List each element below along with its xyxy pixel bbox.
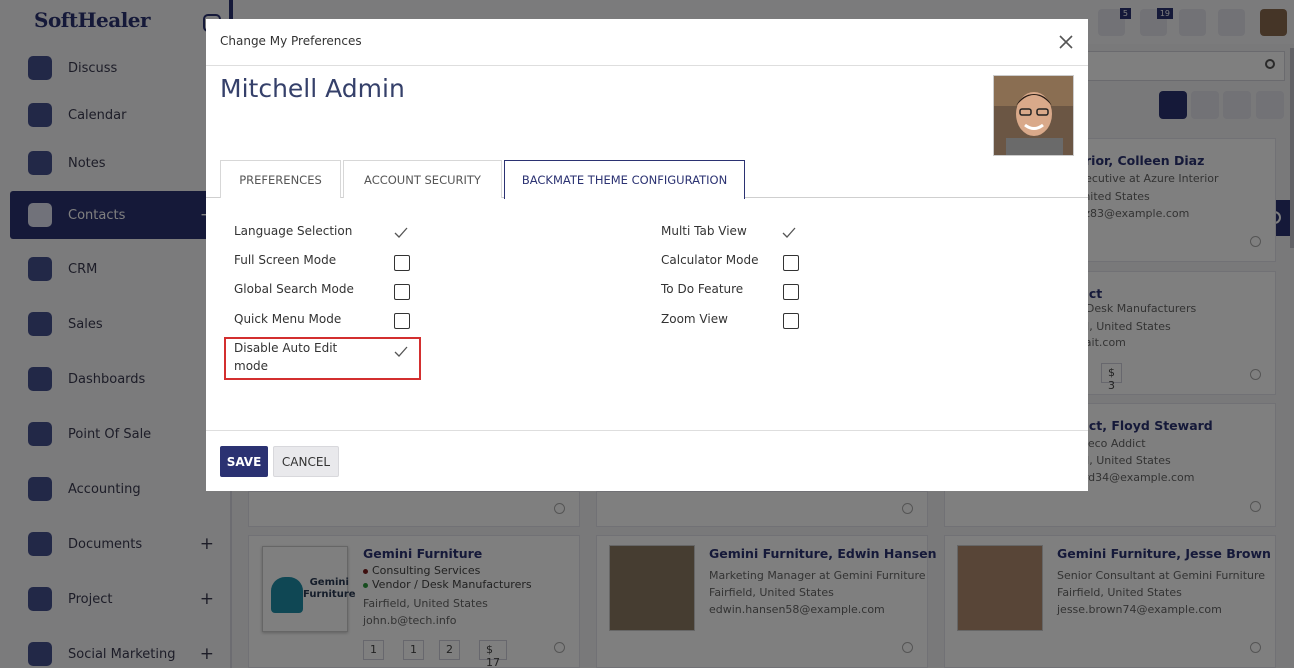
user-avatar[interactable] (993, 75, 1074, 156)
to-do-feature-checkbox[interactable] (783, 284, 799, 300)
field-label-multi-tab-view: Multi Tab View (661, 224, 747, 238)
multi-tab-view-checkbox[interactable] (780, 225, 798, 241)
calculator-mode-checkbox[interactable] (783, 255, 799, 271)
user-name: Mitchell Admin (220, 74, 405, 103)
field-label-language-selection: Language Selection (234, 224, 353, 238)
full-screen-mode-checkbox[interactable] (394, 255, 410, 271)
field-label-calculator-mode: Calculator Mode (661, 253, 759, 267)
close-icon[interactable] (1054, 30, 1078, 54)
zoom-view-checkbox[interactable] (783, 313, 799, 329)
field-label-zoom-view: Zoom View (661, 312, 728, 326)
tab-account-security[interactable]: ACCOUNT SECURITY (343, 160, 502, 198)
quick-menu-mode-checkbox[interactable] (394, 313, 410, 329)
global-search-mode-checkbox[interactable] (394, 284, 410, 300)
dialog-title: Change My Preferences (220, 34, 362, 48)
dialog-footer: SAVE CANCEL (206, 430, 1088, 491)
language-selection-checkbox[interactable] (392, 225, 410, 241)
field-label-quick-menu-mode: Quick Menu Mode (234, 312, 342, 326)
preferences-dialog: Change My Preferences Mitchell Admin PRE… (206, 19, 1088, 491)
field-label-to-do-feature: To Do Feature (661, 282, 744, 296)
tab-backmate-theme-configuration[interactable]: BACKMATE THEME CONFIGURATION (504, 160, 745, 199)
save-button[interactable]: SAVE (220, 446, 268, 477)
field-label-full-screen-mode: Full Screen Mode (234, 253, 337, 267)
dialog-header: Change My Preferences (206, 19, 1088, 66)
cancel-button[interactable]: CANCEL (273, 446, 339, 477)
field-label-global-search-mode: Global Search Mode (234, 282, 354, 296)
tab-preferences[interactable]: PREFERENCES (220, 160, 341, 198)
highlight-box (224, 337, 421, 380)
preferences-tabs: PREFERENCES ACCOUNT SECURITY BACKMATE TH… (206, 160, 1088, 199)
